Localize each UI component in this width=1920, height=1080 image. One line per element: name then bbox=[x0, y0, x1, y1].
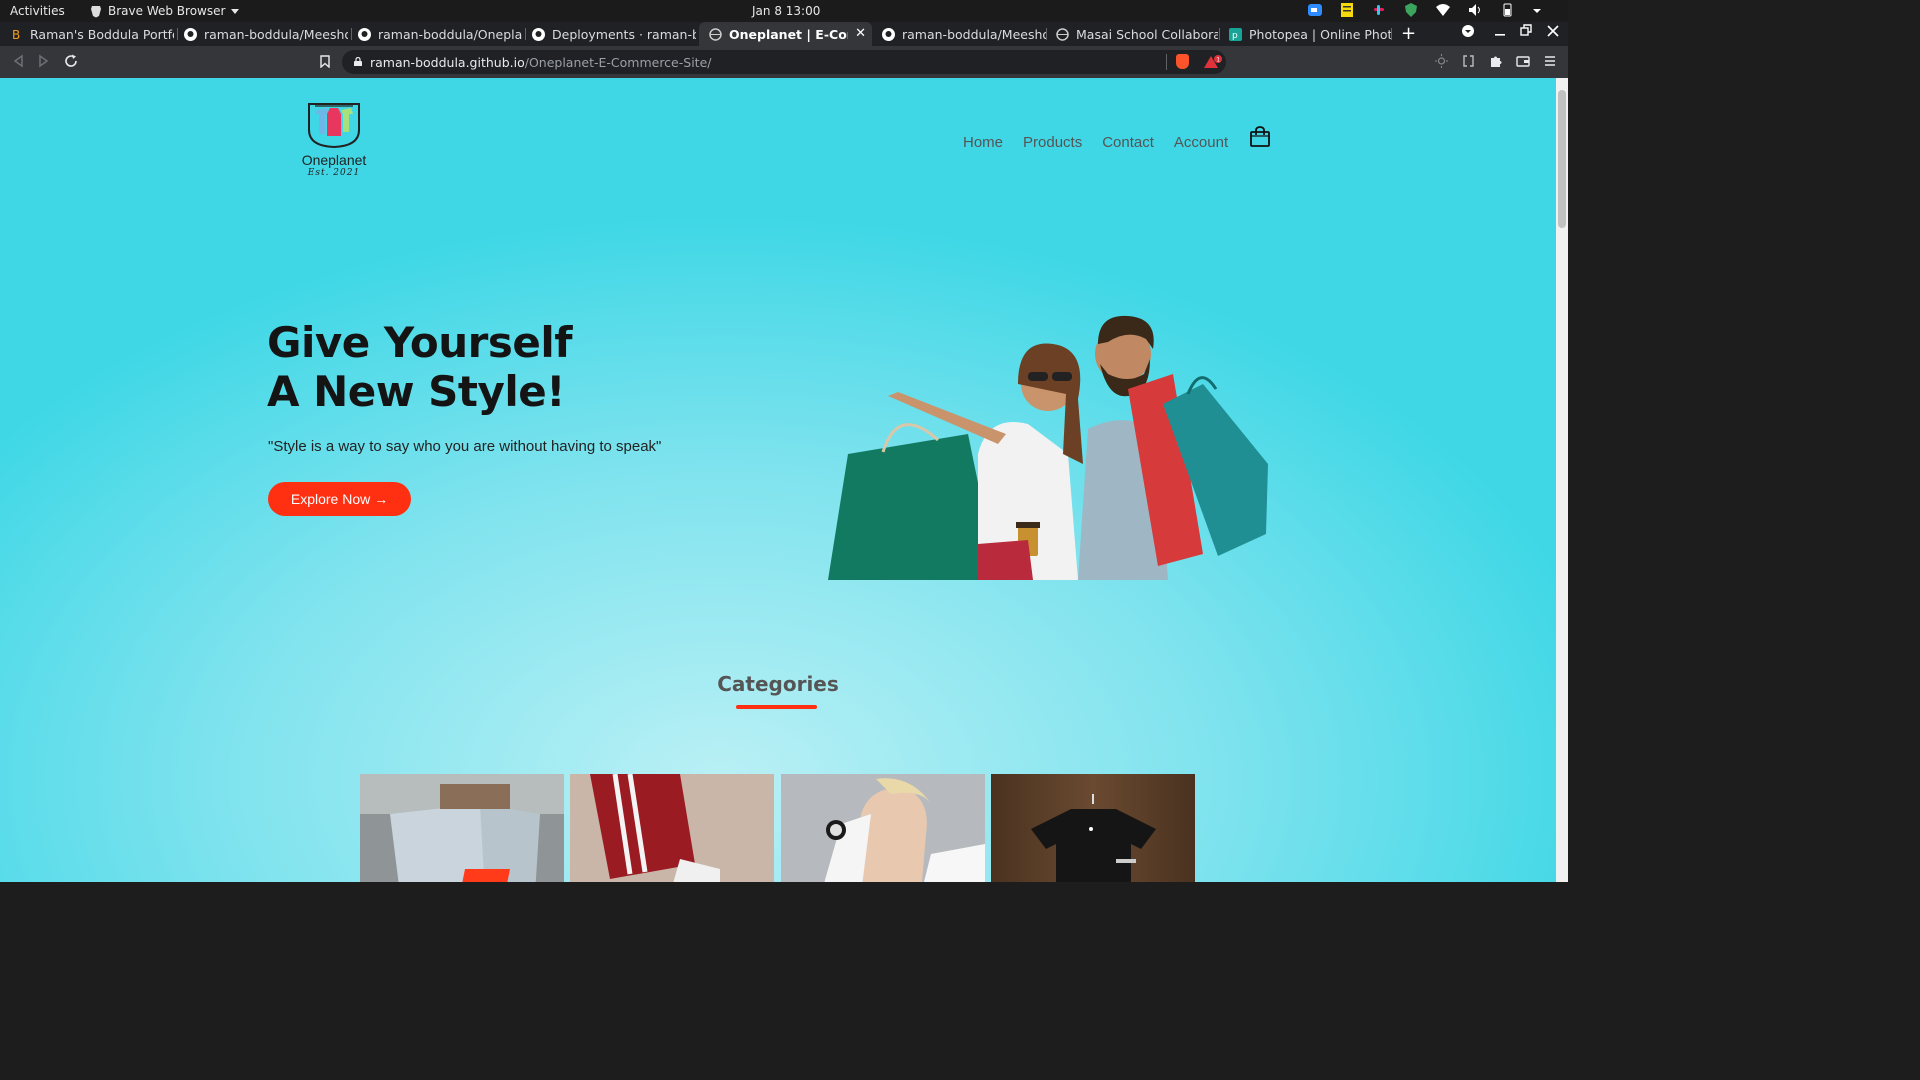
extension-sun-icon[interactable] bbox=[1435, 54, 1448, 68]
bookmark-icon[interactable] bbox=[320, 55, 330, 68]
categories-heading: Categories bbox=[717, 672, 839, 696]
tab-label: Deployments · raman-bod bbox=[552, 26, 696, 42]
github-icon bbox=[882, 27, 895, 41]
close-window-icon[interactable] bbox=[1547, 24, 1559, 38]
url-separator bbox=[1166, 54, 1167, 70]
url-path: /Oneplanet-E-Commerce-Site/ bbox=[524, 55, 712, 70]
app-menu[interactable]: Brave Web Browser bbox=[90, 4, 240, 18]
svg-text:p: p bbox=[1232, 31, 1238, 41]
brave-lion-icon bbox=[91, 5, 101, 17]
nav-home[interactable]: Home bbox=[963, 134, 1003, 151]
globe-icon bbox=[1056, 27, 1069, 41]
battery-icon[interactable] bbox=[1500, 3, 1514, 17]
tab-label: raman-boddula/Oneplane bbox=[378, 26, 522, 42]
system-top-bar: Activities Brave Web Browser Jan 8 13:00 bbox=[0, 0, 1568, 22]
page-scrollbar[interactable] bbox=[1556, 78, 1568, 882]
tab-masai[interactable]: Masai School Collaboratic bbox=[1046, 22, 1218, 46]
url-text[interactable]: raman-boddula.github.io/Oneplanet-E-Comm… bbox=[370, 55, 711, 70]
explore-now-button[interactable]: Explore Now → bbox=[268, 482, 411, 516]
app-menu-label: Brave Web Browser bbox=[108, 4, 226, 18]
tab-label: Photopea | Online Photo bbox=[1249, 26, 1391, 42]
restore-icon[interactable] bbox=[1520, 24, 1532, 38]
photopea-icon: p bbox=[1229, 27, 1242, 41]
notes-icon[interactable] bbox=[1340, 3, 1354, 17]
close-tab-icon[interactable]: ✕ bbox=[855, 26, 866, 41]
back-icon[interactable] bbox=[12, 54, 24, 68]
forward-icon[interactable] bbox=[38, 54, 50, 68]
address-bar[interactable]: raman-boddula.github.io/Oneplanet-E-Comm… bbox=[342, 50, 1226, 74]
tab-label: raman-boddula/Meesho: bbox=[902, 26, 1046, 42]
scrollbar-thumb[interactable] bbox=[1558, 90, 1566, 228]
github-icon bbox=[184, 27, 197, 41]
portfolio-icon: B bbox=[10, 28, 23, 41]
logo-established: Est. 2021 bbox=[307, 168, 361, 178]
new-tab-button[interactable]: + bbox=[1401, 22, 1416, 46]
site-logo[interactable]: Oneplanet Est. 2021 bbox=[293, 100, 375, 178]
category-image-tshirt[interactable] bbox=[991, 774, 1195, 882]
hero-heading: Give Yourself A New Style! bbox=[267, 318, 573, 416]
zoom-icon[interactable] bbox=[1308, 3, 1322, 17]
tab-label: Masai School Collaboratic bbox=[1076, 26, 1218, 42]
toolbar-extensions bbox=[1435, 54, 1556, 68]
chevron-down-icon[interactable] bbox=[1532, 3, 1546, 17]
shield-icon[interactable] bbox=[1404, 3, 1418, 17]
tab-deployments[interactable]: Deployments · raman-bod bbox=[522, 22, 696, 46]
tab-separator bbox=[1391, 28, 1392, 40]
tab-portfolio[interactable]: B Raman's Boddula Portfoli bbox=[0, 22, 175, 46]
activities-button[interactable]: Activities bbox=[10, 4, 65, 18]
categories-underline bbox=[736, 705, 817, 709]
shopping-bag-icon[interactable] bbox=[1249, 126, 1271, 148]
clothes-hanger-logo-icon bbox=[308, 103, 360, 149]
tab-search-icon[interactable] bbox=[1461, 24, 1475, 38]
tab-label: Raman's Boddula Portfoli bbox=[30, 26, 174, 42]
category-image-watch[interactable] bbox=[781, 774, 985, 882]
volume-icon[interactable] bbox=[1468, 3, 1482, 17]
nav-account[interactable]: Account bbox=[1174, 134, 1228, 151]
slack-icon[interactable] bbox=[1372, 3, 1386, 17]
brave-shields-icon[interactable] bbox=[1176, 54, 1189, 69]
hero-heading-line-2: A New Style! bbox=[267, 367, 565, 416]
extensions-puzzle-icon[interactable] bbox=[1489, 54, 1502, 68]
url-host: raman-boddula.github.io bbox=[370, 55, 525, 70]
reload-icon[interactable] bbox=[64, 54, 78, 68]
nav-products[interactable]: Products bbox=[1023, 134, 1082, 151]
extension-code-icon[interactable] bbox=[1462, 54, 1475, 68]
category-image-jeans[interactable] bbox=[360, 774, 564, 882]
tab-github-meesho[interactable]: raman-boddula/Meesho: bbox=[174, 22, 348, 46]
menu-icon[interactable] bbox=[1544, 54, 1556, 68]
hero-quote: "Style is a way to say who you are witho… bbox=[268, 438, 662, 455]
system-tray[interactable] bbox=[1308, 3, 1546, 17]
nav-contact[interactable]: Contact bbox=[1102, 134, 1154, 151]
clock[interactable]: Jan 8 13:00 bbox=[752, 4, 820, 18]
lock-icon[interactable] bbox=[354, 57, 362, 66]
tab-oneplanet-active[interactable]: Oneplanet | E-Comme ✕ bbox=[699, 22, 872, 46]
tab-github-oneplanet[interactable]: raman-boddula/Oneplane bbox=[348, 22, 522, 46]
logo-name: Oneplanet bbox=[301, 152, 367, 168]
wallet-icon[interactable] bbox=[1516, 54, 1530, 68]
hero-heading-line-1: Give Yourself bbox=[267, 318, 573, 367]
tab-label: Oneplanet | E-Comme bbox=[729, 26, 848, 42]
category-image-trackpants[interactable] bbox=[570, 774, 774, 882]
github-icon bbox=[358, 27, 371, 41]
page-viewport: Oneplanet Est. 2021 Home Products Contac… bbox=[0, 78, 1556, 882]
globe-icon bbox=[709, 27, 722, 41]
chevron-down-icon bbox=[231, 8, 240, 14]
svg-text:B: B bbox=[12, 28, 20, 40]
tab-github-meesho-2[interactable]: raman-boddula/Meesho: bbox=[872, 22, 1046, 46]
rewards-badge: 1 bbox=[1216, 57, 1220, 64]
github-icon bbox=[532, 27, 545, 41]
minimize-icon[interactable] bbox=[1494, 24, 1506, 38]
hero-couple-shopping-image bbox=[828, 315, 1268, 580]
tab-photopea[interactable]: p Photopea | Online Photo bbox=[1219, 22, 1391, 46]
tab-strip: B Raman's Boddula Portfoli raman-boddula… bbox=[0, 22, 1568, 46]
site-nav: Home Products Contact Account bbox=[963, 134, 1228, 151]
brave-rewards-icon[interactable]: 1 bbox=[1204, 55, 1224, 69]
browser-toolbar: raman-boddula.github.io/Oneplanet-E-Comm… bbox=[0, 46, 1568, 78]
tab-label: raman-boddula/Meesho: bbox=[204, 26, 348, 42]
wifi-icon[interactable] bbox=[1436, 3, 1450, 17]
